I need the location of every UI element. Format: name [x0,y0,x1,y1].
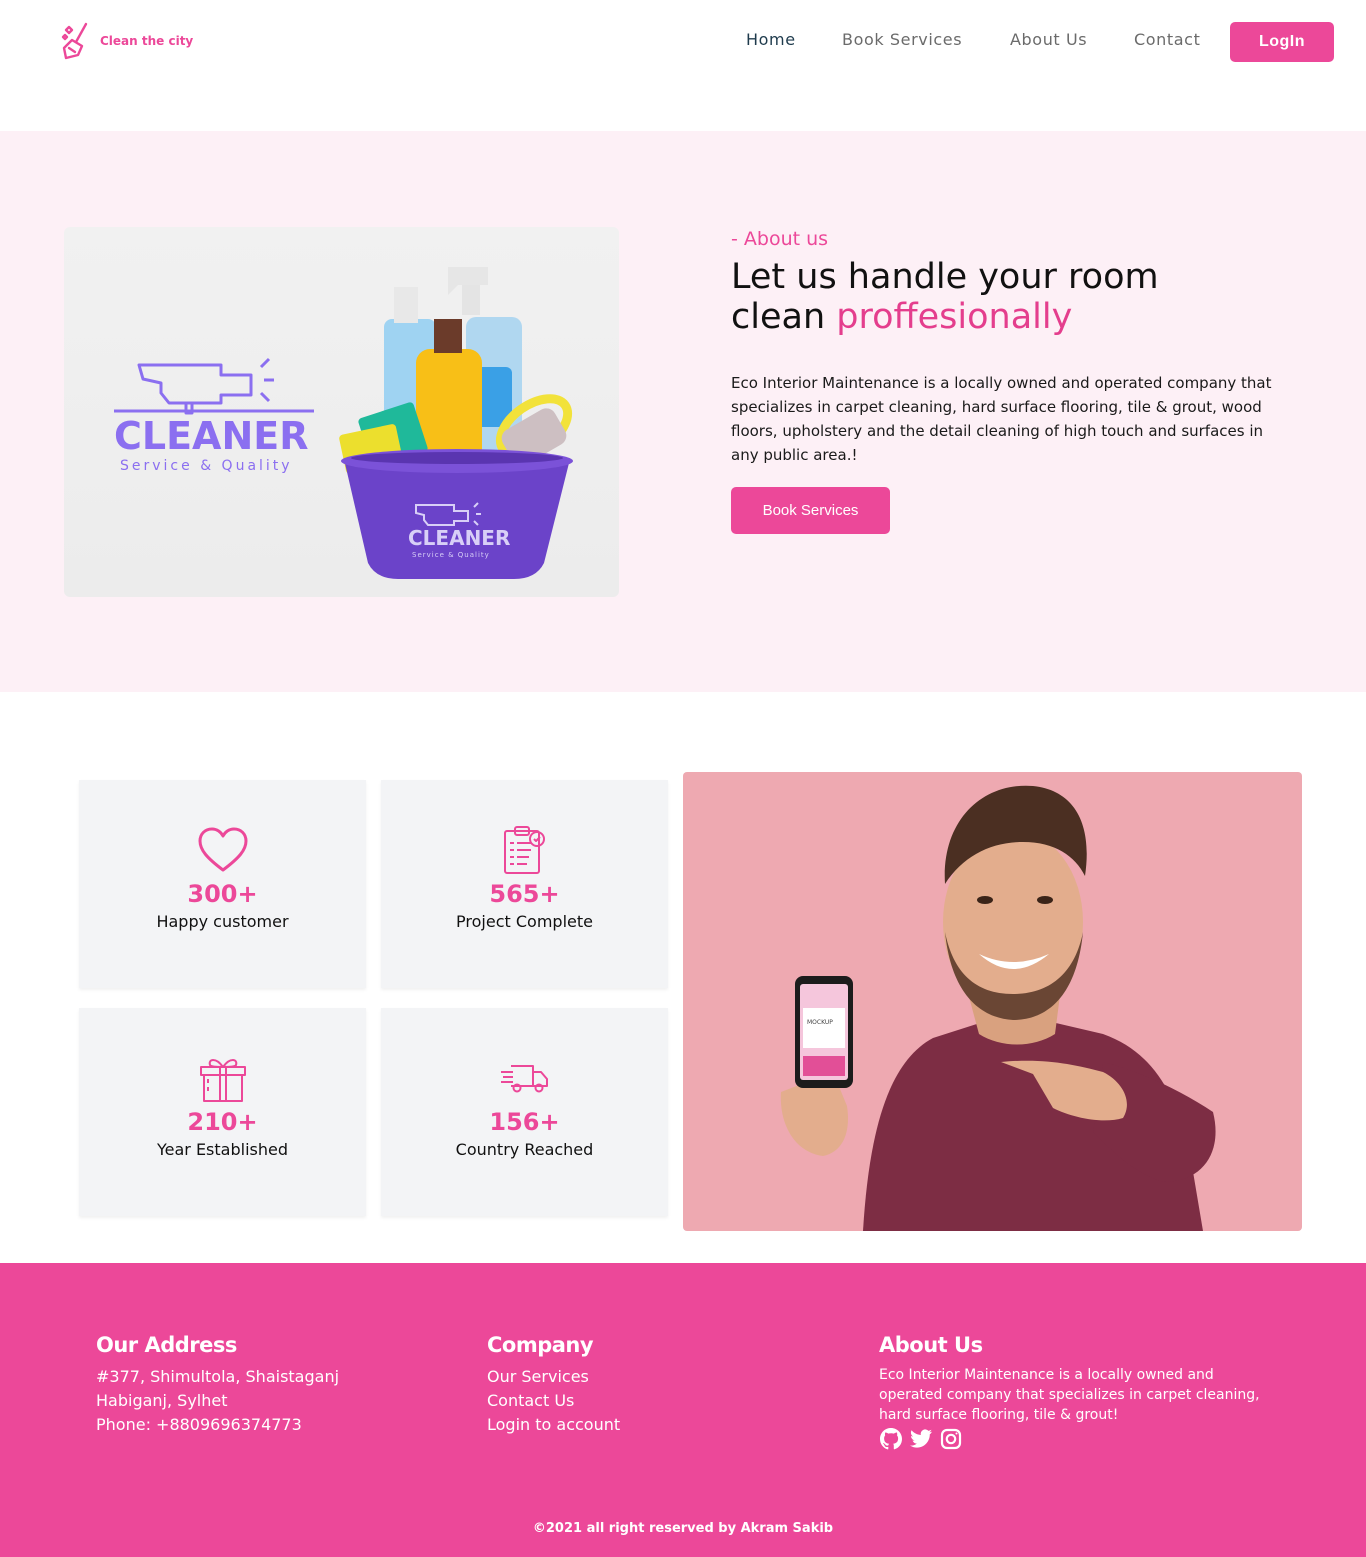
footer: Our Address #377, Shimultola, Shaistagan… [0,1263,1366,1557]
footer-link-login[interactable]: Login to account [487,1413,620,1437]
phone-mockup-text: MOCKUP [807,1019,833,1026]
hero-image-logo-word: CLEANER [114,414,309,458]
stat-label: Year Established [156,1140,288,1159]
top-navbar: Clean the city Home Book Services About … [0,0,1366,131]
nav-contact[interactable]: Contact [1134,30,1200,49]
broom-logo-icon [61,22,88,60]
footer-company-column: Company Our Services Contact Us Login to… [487,1333,620,1437]
stat-label: Project Complete [456,912,593,931]
stat-value: 210+ [187,1108,258,1136]
hero-title-line2-plain: clean [731,297,826,337]
logo[interactable]: Clean the city [60,22,193,60]
footer-link-contact-us[interactable]: Contact Us [487,1389,620,1413]
bowl-logo-tagline: Service & Quality [412,551,490,559]
copyright: ©2021 all right reserved by Akram Sakib [532,1521,834,1536]
stat-value: 565+ [489,880,560,908]
instagram-icon[interactable] [939,1427,963,1455]
man-with-phone-image: MOCKUP [683,772,1302,1231]
footer-about-heading: About Us [879,1333,983,1357]
bowl-logo-word: CLEANER [408,526,510,550]
book-services-button[interactable]: Book Services [731,487,890,534]
twitter-icon[interactable] [909,1427,933,1455]
stat-value: 156+ [489,1108,560,1136]
stat-value: 300+ [187,880,258,908]
cleaning-supplies-image: CLEANER Service & Quality CLEANER Servic… [64,227,619,597]
github-icon[interactable] [879,1427,903,1455]
clipboard-checklist-icon [497,824,553,876]
nav-about-us[interactable]: About Us [1010,30,1087,49]
footer-address-line1: #377, Shimultola, Shaistaganj [96,1367,340,1386]
footer-about-text: Eco Interior Maintenance is a locally ow… [879,1367,1260,1423]
footer-address-column: Our Address #377, Shimultola, Shaistagan… [96,1333,339,1437]
social-links [879,1427,1274,1455]
login-button[interactable]: LogIn [1230,22,1334,62]
footer-address-line2: Habiganj, Sylhet [96,1391,228,1410]
hero-title: Let us handle your room clean proffesion… [731,257,1291,337]
footer-about-column: About Us Eco Interior Maintenance is a l… [879,1333,1274,1455]
stat-label: Country Reached [455,1140,594,1159]
section-kicker: - About us [731,228,829,250]
stat-label: Happy customer [156,912,289,931]
about-hero-section: CLEANER Service & Quality CLEANER Servic… [0,131,1366,692]
hero-title-accent: proffesionally [836,297,1073,337]
gift-icon [195,1052,251,1104]
heart-icon [195,824,251,876]
delivery-truck-icon [497,1052,553,1104]
nav-home[interactable]: Home [746,30,796,49]
hero-image-logo-tagline: Service & Quality [120,458,293,474]
stat-card-customers: 300+ Happy customer [79,780,366,988]
stat-card-years: 210+ Year Established [79,1008,366,1216]
stat-card-countries: 156+ Country Reached [381,1008,668,1216]
footer-phone: Phone: +8809696374773 [96,1415,302,1434]
footer-company-heading: Company [487,1333,594,1357]
footer-address-heading: Our Address [96,1333,237,1357]
hero-title-line1: Let us handle your room [731,257,1159,297]
hero-description: Eco Interior Maintenance is a locally ow… [731,374,1272,464]
footer-link-our-services[interactable]: Our Services [487,1365,620,1389]
nav-book-services[interactable]: Book Services [842,30,962,49]
brand-name: Clean the city [100,34,194,48]
stat-card-projects: 565+ Project Complete [381,780,668,988]
